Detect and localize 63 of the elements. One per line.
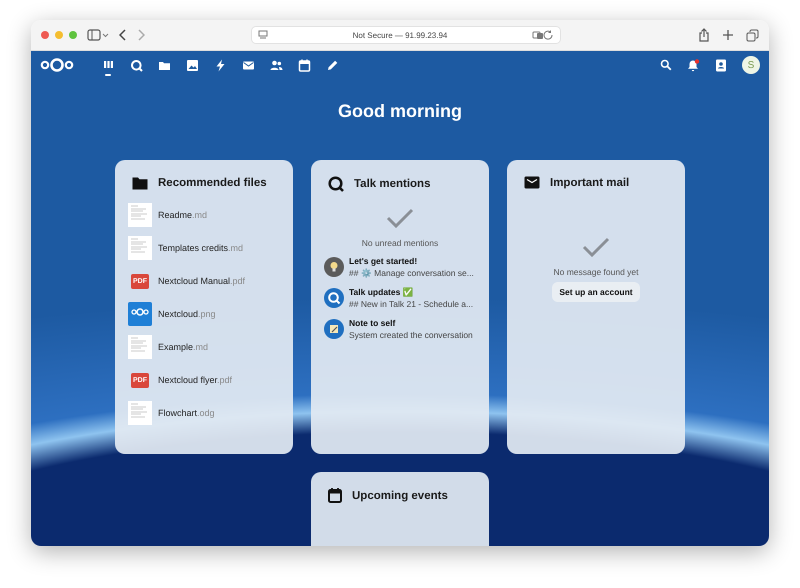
checkmark-icon — [386, 208, 414, 228]
widget-title: Important mail — [550, 176, 630, 188]
conversation-preview: ## ⚙ Manage conversation se... — [349, 268, 474, 278]
file-item[interactable]: Readme.md — [128, 203, 280, 227]
file-name: Templates credits.md — [158, 243, 244, 253]
conversation-item[interactable]: Talk updates ✅ ## New in Talk 21 - Schedule a... — [324, 287, 476, 309]
chat-icon — [328, 176, 344, 192]
widget-title: Talk mentions — [354, 178, 430, 190]
file-item[interactable]: Nextcloud.png — [128, 302, 280, 326]
widget-title: Upcoming events — [352, 490, 448, 502]
share-icon[interactable] — [698, 28, 710, 42]
image-icon — [186, 58, 198, 72]
setup-account-button[interactable]: Set up an account — [552, 282, 640, 302]
chat-avatar-icon — [324, 288, 344, 308]
file-name: Flowchart.odg — [158, 408, 215, 418]
empty-message: No unread mentions — [362, 238, 438, 248]
envelope-icon — [242, 58, 254, 72]
people-icon — [270, 58, 282, 72]
document-thumbnail — [128, 203, 152, 227]
conversation-preview: ## New in Talk 21 - Schedule a... — [349, 299, 474, 309]
calendar-icon — [298, 58, 310, 72]
file-item[interactable]: Templates credits.md — [128, 236, 280, 260]
conversation-title: Talk updates ✅ — [349, 287, 415, 297]
conversation-item[interactable]: Let's get started! ## ⚙ Manage conversation se... — [324, 256, 476, 278]
tabs-overview-icon[interactable] — [746, 28, 759, 42]
close-window-icon[interactable] — [41, 31, 49, 39]
lightbulb-avatar-icon — [324, 257, 344, 277]
image-thumbnail — [128, 302, 152, 326]
back-icon[interactable] — [119, 29, 127, 41]
empty-message: No message found yet — [553, 267, 639, 277]
search-icon[interactable] — [660, 59, 672, 71]
checkmark-icon — [582, 237, 610, 257]
calendar-icon — [328, 488, 342, 503]
file-name: Nextcloud.png — [158, 309, 216, 319]
document-thumbnail — [128, 236, 152, 260]
new-tab-icon[interactable] — [722, 29, 734, 41]
file-item[interactable]: Flowchart.odg — [128, 401, 280, 425]
lightning-icon — [214, 58, 226, 72]
logo-icon[interactable] — [40, 57, 74, 73]
file-item[interactable]: Example.md — [128, 335, 280, 359]
widget-title: Recommended files — [158, 177, 267, 189]
folder-icon — [132, 176, 148, 190]
chat-icon — [130, 58, 142, 72]
sidebar-icon[interactable] — [87, 29, 109, 41]
greeting-heading: Good morning — [337, 101, 463, 122]
file-name: Nextcloud Manual.pdf — [158, 276, 246, 286]
file-name: Nextcloud flyer.pdf — [158, 375, 232, 385]
envelope-icon — [524, 176, 540, 189]
conversation-preview: System created the conversation — [349, 330, 473, 340]
conversation-title: Let's get started! — [349, 256, 418, 266]
document-thumbnail — [128, 401, 152, 425]
notifications-icon[interactable] — [687, 58, 700, 72]
contacts-book-icon[interactable] — [715, 58, 727, 72]
address-bar[interactable]: Not Secure — 91.99.23.94 — [251, 26, 561, 44]
note-avatar-icon — [324, 319, 344, 339]
page-icon — [258, 30, 268, 40]
file-name: Example.md — [158, 342, 208, 352]
pencil-icon — [326, 58, 338, 72]
conversation-item[interactable]: Note to self System created the conversation — [324, 318, 476, 340]
conversation-title: Note to self — [349, 318, 396, 328]
file-name: Readme.md — [158, 210, 208, 220]
document-thumbnail — [128, 335, 152, 359]
translate-reload-icon[interactable] — [532, 30, 554, 40]
